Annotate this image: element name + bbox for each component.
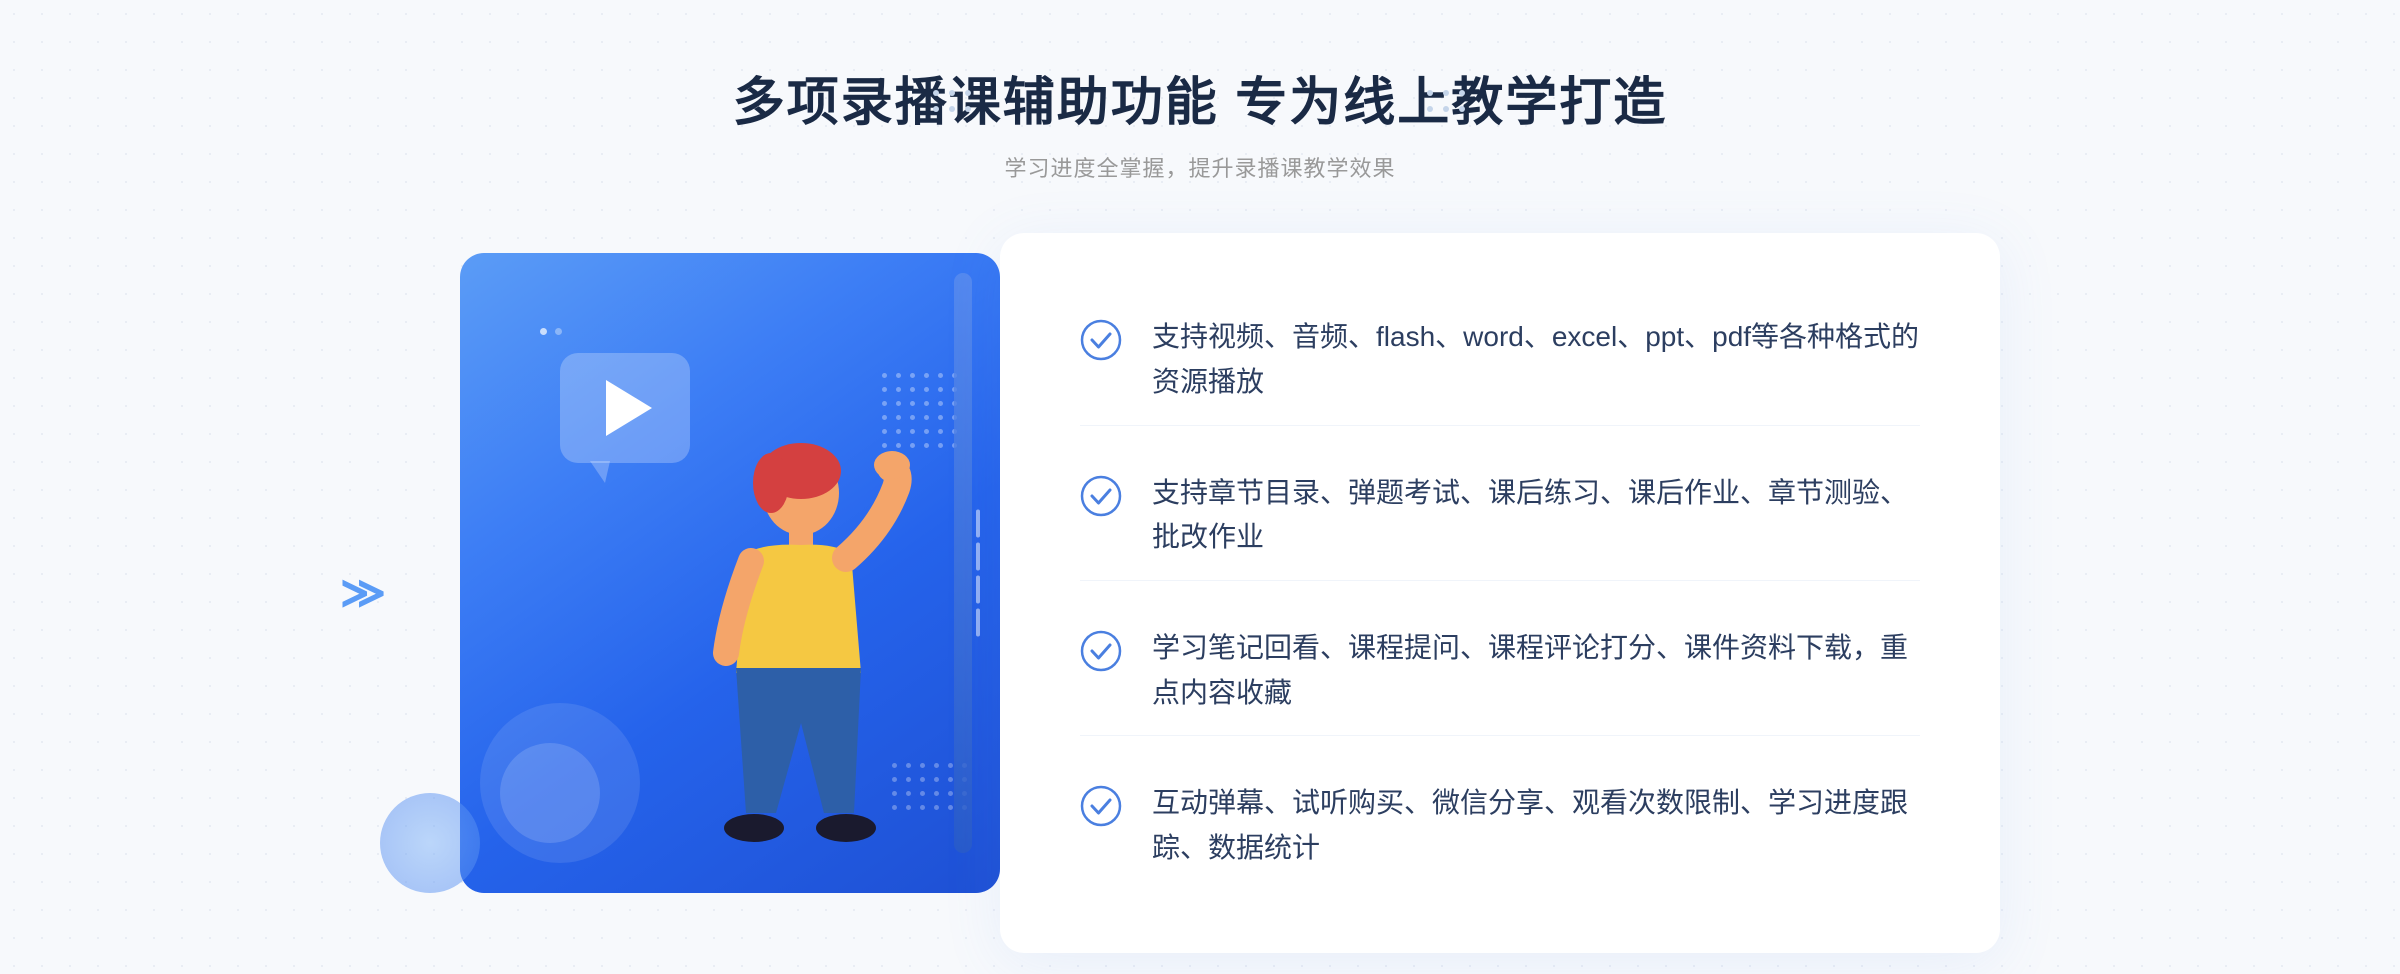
title-row: 多项录播课辅助功能 专为线上教学打造 [733,60,1667,135]
blue-bar-decoration [954,273,972,853]
left-illustration [400,233,1000,913]
feature-text-4: 互动弹幕、试听购买、微信分享、观看次数限制、学习进度跟踪、数据统计 [1152,781,1920,871]
feature-text-3: 学习笔记回看、课程提问、课程评论打分、课件资料下载，重点内容收藏 [1152,626,1920,716]
check-icon-1 [1080,319,1122,361]
page-container: 多项录播课辅助功能 专为线上教学打造 学习进度全掌握，提升录播课教学效果 ≫ [0,0,2400,974]
right-content-panel: 支持视频、音频、flash、word、excel、ppt、pdf等各种格式的资源… [1000,233,2000,953]
check-icon-2 [1080,475,1122,517]
check-icon-4 [1080,785,1122,827]
nav-left-chevron[interactable]: ≫ [340,568,386,619]
decorative-dots-left [933,90,973,114]
feature-item-2: 支持章节目录、弹题考试、课后练习、课后作业、章节测验、批改作业 [1080,451,1920,582]
nav-left-area: ≫ [340,568,386,619]
stripe-decoration [976,510,980,637]
check-icon-3 [1080,630,1122,672]
person-illustration [646,413,926,893]
header-section: 多项录播课辅助功能 专为线上教学打造 学习进度全掌握，提升录播课教学效果 [733,60,1667,183]
page-title: 多项录播课辅助功能 专为线上教学打造 [733,60,1667,135]
feature-item-1: 支持视频、音频、flash、word、excel、ppt、pdf等各种格式的资源… [1080,295,1920,426]
page-subtitle: 学习进度全掌握，提升录播课教学效果 [733,151,1667,183]
decorative-dots-right [1427,90,1467,114]
feature-item-3: 学习笔记回看、课程提问、课程评论打分、课件资料下载，重点内容收藏 [1080,606,1920,737]
sparkle-decoration [540,328,562,335]
orb-decoration [380,793,480,893]
content-area: ≫ [400,233,2000,953]
illustration-card [460,253,1000,893]
feature-text-2: 支持章节目录、弹题考试、课后练习、课后作业、章节测验、批改作业 [1152,471,1920,561]
feature-text-1: 支持视频、音频、flash、word、excel、ppt、pdf等各种格式的资源… [1152,315,1920,405]
feature-item-4: 互动弹幕、试听购买、微信分享、观看次数限制、学习进度跟踪、数据统计 [1080,761,1920,891]
